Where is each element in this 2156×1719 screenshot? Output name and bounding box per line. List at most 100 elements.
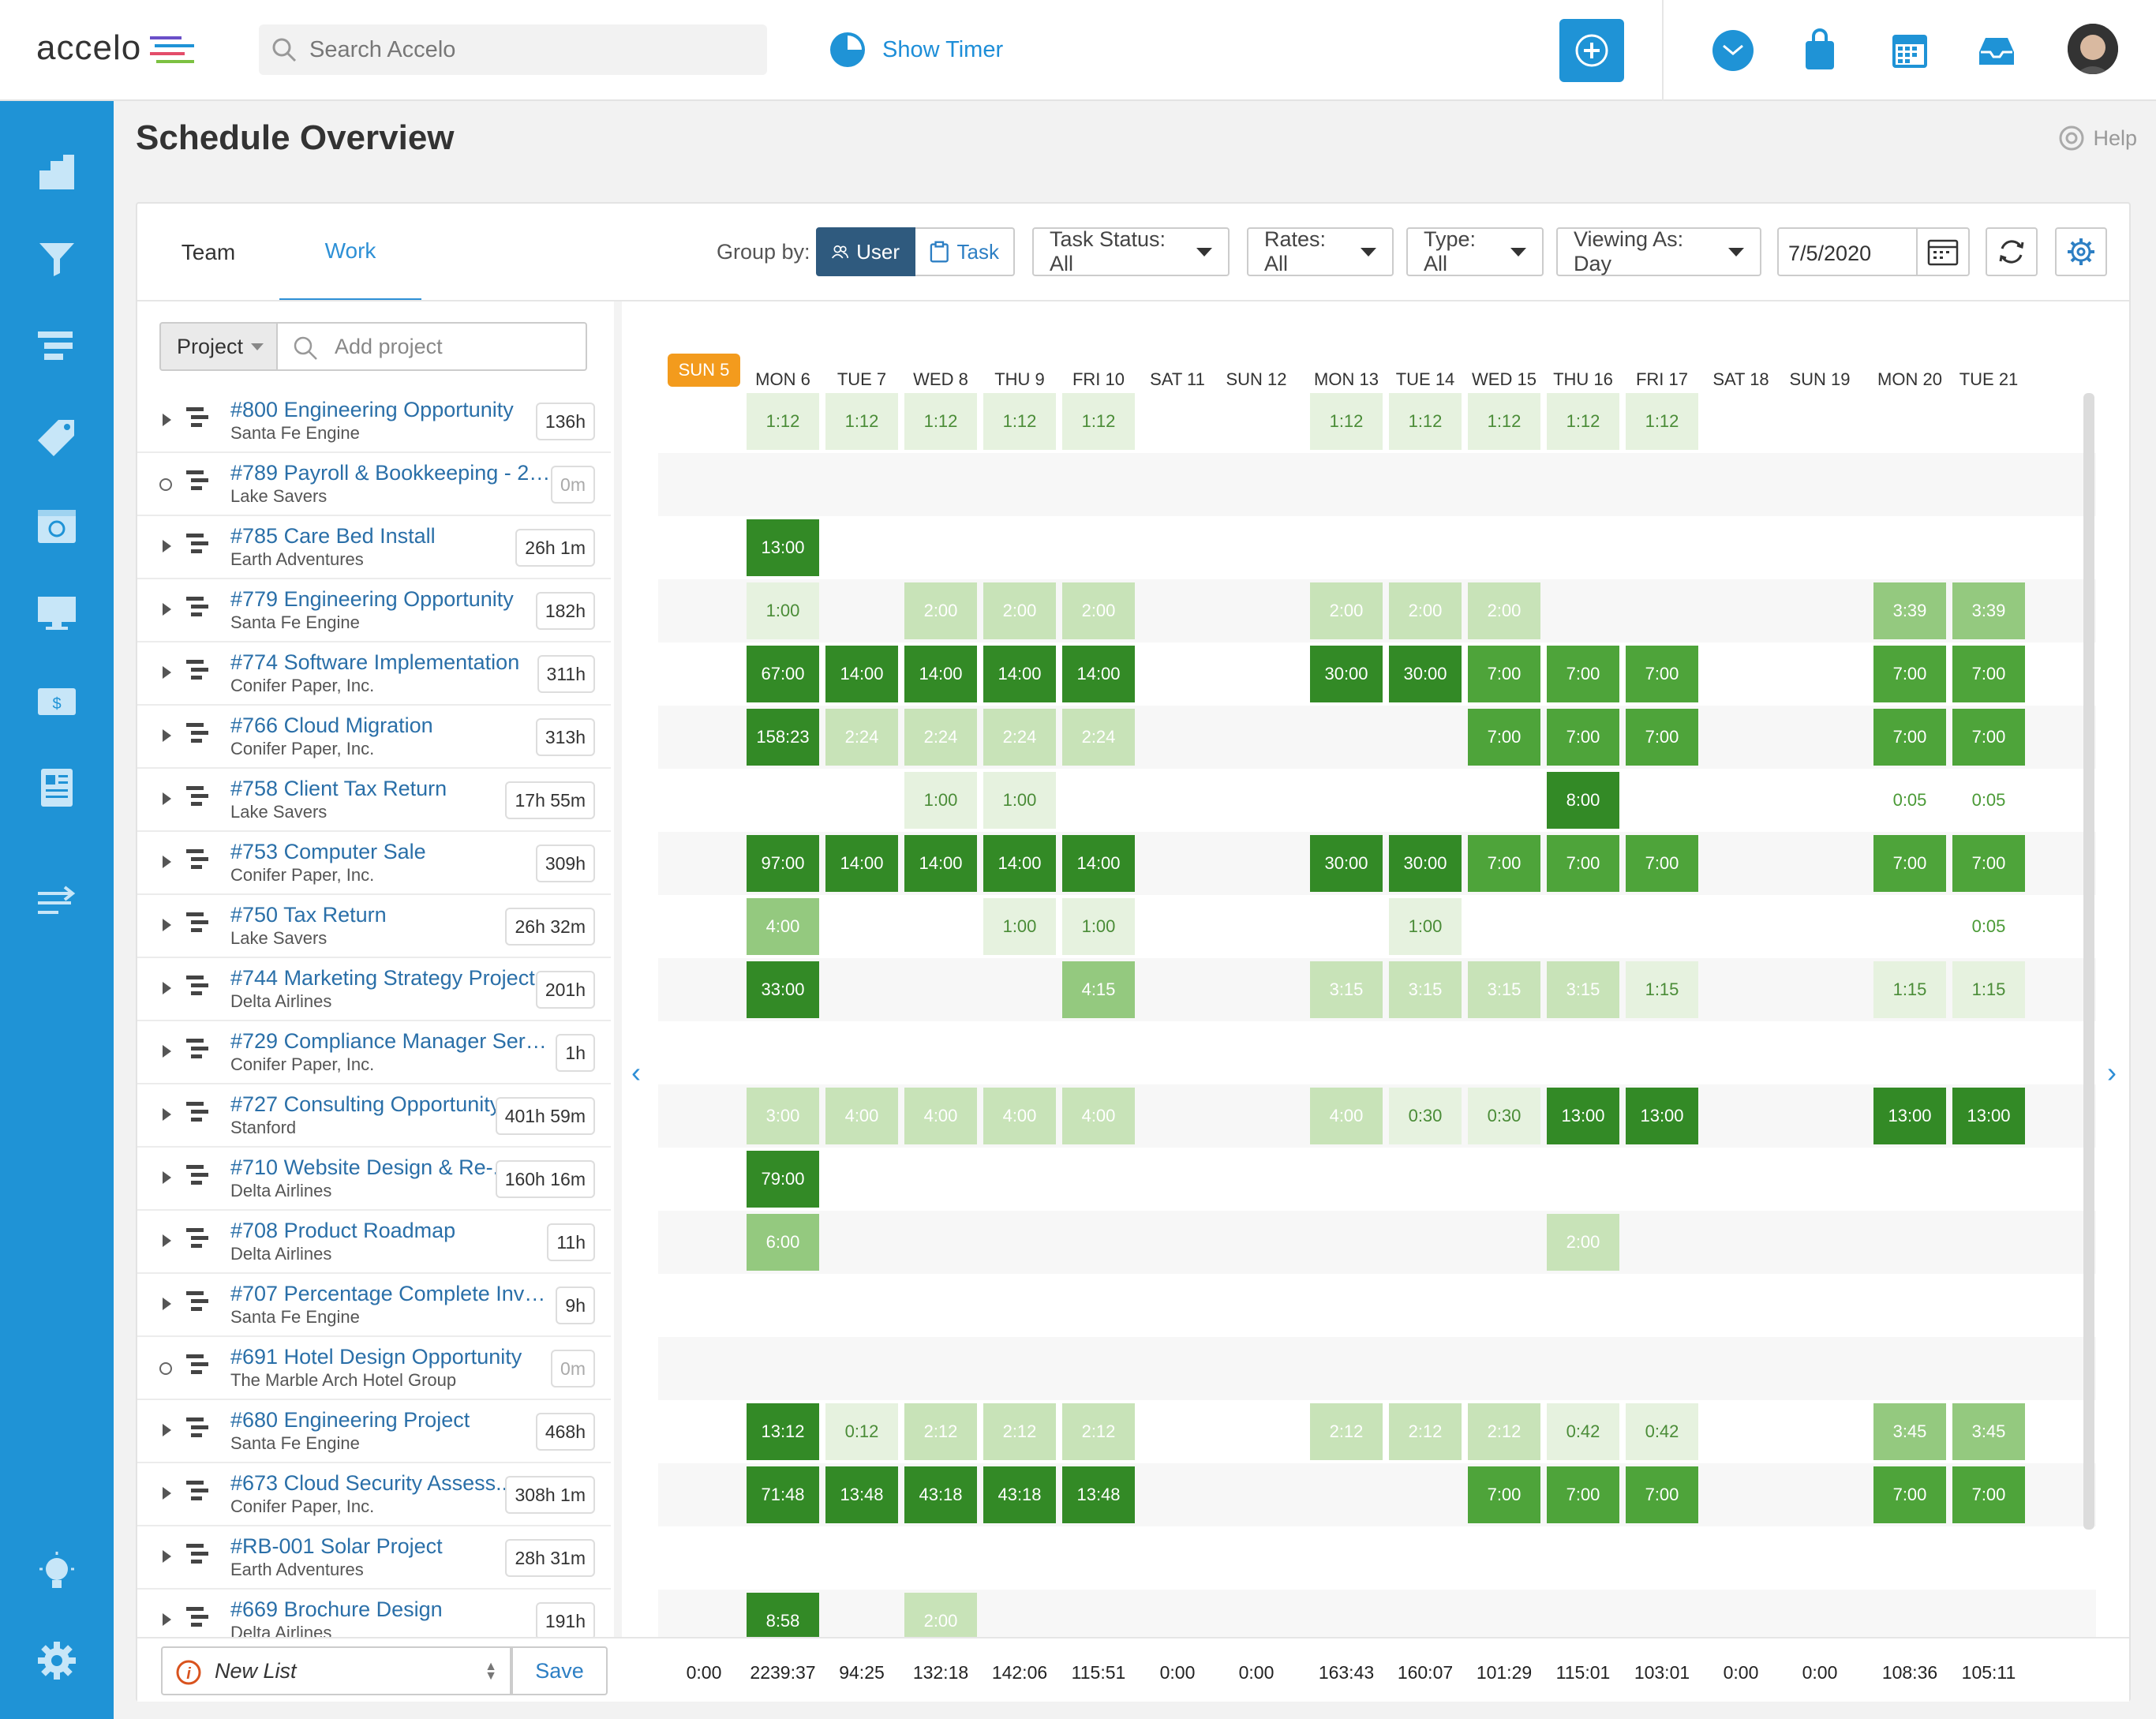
expand-arrow-icon[interactable] [163, 982, 171, 994]
schedule-cell[interactable]: 1:12 [1468, 393, 1540, 450]
schedule-cell[interactable]: 7:00 [1952, 646, 2025, 702]
integrations-icon[interactable] [35, 879, 79, 923]
project-name[interactable]: #744 Marketing Strategy Project [230, 966, 535, 991]
expand-arrow-icon[interactable] [163, 414, 171, 426]
schedule-cell[interactable]: 13:00 [1952, 1088, 2025, 1144]
schedule-cell[interactable]: 4:00 [983, 1088, 1056, 1144]
schedule-cell[interactable]: 4:15 [1062, 961, 1135, 1018]
schedule-cell[interactable]: 7:00 [1873, 1466, 1946, 1523]
schedule-cell[interactable]: 7:00 [1952, 835, 2025, 892]
schedule-cell[interactable]: 8:00 [1547, 772, 1619, 829]
schedule-cell[interactable]: 2:12 [983, 1403, 1056, 1460]
schedule-cell[interactable]: 7:00 [1468, 709, 1540, 766]
schedule-cell[interactable]: 13:00 [1626, 1088, 1698, 1144]
add-project-input[interactable]: Add project [278, 322, 587, 371]
empty-circle-icon[interactable] [159, 478, 172, 491]
schedule-cell[interactable]: 1:00 [904, 772, 977, 829]
schedule-cell[interactable]: 2:12 [904, 1403, 977, 1460]
retainers-icon[interactable] [35, 504, 79, 548]
expand-arrow-icon[interactable] [163, 1171, 171, 1184]
expand-arrow-icon[interactable] [163, 919, 171, 931]
expand-arrow-icon[interactable] [163, 603, 171, 616]
expand-arrow-icon[interactable] [163, 1550, 171, 1563]
schedule-cell[interactable]: 2:12 [1062, 1403, 1135, 1460]
schedule-cell[interactable]: 13:00 [1547, 1088, 1619, 1144]
expand-arrow-icon[interactable] [163, 1613, 171, 1626]
lightbulb-icon[interactable] [35, 1552, 79, 1596]
viewing-as-dropdown[interactable]: Viewing As: Day [1556, 227, 1761, 276]
show-timer-button[interactable]: Show Timer [829, 30, 1003, 69]
project-row[interactable]: #774 Software Implementation Conifer Pape… [137, 642, 611, 706]
schedule-cell[interactable]: 1:12 [983, 393, 1056, 450]
project-row[interactable]: #727 Consulting Opportunity Stanford 401h … [137, 1084, 611, 1148]
schedule-cell[interactable]: 3:15 [1547, 961, 1619, 1018]
schedule-cell[interactable]: 7:00 [1873, 646, 1946, 702]
project-name[interactable]: #766 Cloud Migration [230, 713, 433, 738]
expand-arrow-icon[interactable] [163, 1487, 171, 1500]
project-row[interactable]: #779 Engineering Opportunity Santa Fe Eng… [137, 579, 611, 642]
schedule-cell[interactable]: 2:00 [1468, 582, 1540, 639]
project-row[interactable]: #708 Product Roadmap Delta Airlines 11h [137, 1211, 611, 1274]
save-button[interactable]: Save [511, 1646, 608, 1695]
schedule-cell[interactable]: 7:00 [1547, 1466, 1619, 1523]
tab-team[interactable]: Team [137, 204, 279, 301]
schedule-cell[interactable]: 2:12 [1468, 1403, 1540, 1460]
schedule-cell[interactable]: 6:00 [747, 1214, 819, 1271]
project-name[interactable]: #729 Compliance Manager Service [230, 1029, 556, 1054]
schedule-cell[interactable]: 2:00 [904, 582, 977, 639]
schedule-cell[interactable]: 3:39 [1952, 582, 2025, 639]
schedule-cell[interactable]: 1:15 [1626, 961, 1698, 1018]
schedule-cell[interactable]: 97:00 [747, 835, 819, 892]
schedule-cell[interactable]: 14:00 [983, 646, 1056, 702]
project-row[interactable]: #729 Compliance Manager Service Conifer P… [137, 1021, 611, 1084]
schedule-cell[interactable]: 1:12 [1062, 393, 1135, 450]
mail-icon[interactable] [1711, 28, 1755, 73]
next-period-arrow[interactable]: › [2107, 1056, 2117, 1089]
project-name[interactable]: #779 Engineering Opportunity [230, 587, 514, 612]
schedule-cell[interactable]: 14:00 [825, 835, 898, 892]
schedule-cell[interactable]: 2:00 [983, 582, 1056, 639]
project-name[interactable]: #758 Client Tax Return [230, 777, 447, 801]
schedule-cell[interactable]: 1:12 [1389, 393, 1462, 450]
schedule-cell[interactable]: 3:15 [1389, 961, 1462, 1018]
schedule-cell[interactable]: 2:12 [1310, 1403, 1383, 1460]
schedule-cell[interactable]: 2:00 [904, 1593, 977, 1643]
schedule-cell[interactable]: 1:15 [1952, 961, 2025, 1018]
schedule-cell[interactable]: 13:12 [747, 1403, 819, 1460]
schedule-cell[interactable]: 7:00 [1468, 1466, 1540, 1523]
schedule-cell[interactable]: 7:00 [1626, 1466, 1698, 1523]
companies-icon[interactable] [35, 150, 79, 194]
schedule-cell[interactable]: 4:00 [1310, 1088, 1383, 1144]
project-row[interactable]: #744 Marketing Strategy Project Delta Air… [137, 958, 611, 1021]
type-dropdown[interactable]: Type: All [1406, 227, 1544, 276]
previous-period-arrow[interactable]: ‹ [631, 1056, 641, 1089]
expand-arrow-icon[interactable] [163, 540, 171, 552]
schedule-cell[interactable]: 0:05 [1952, 898, 2025, 955]
project-row[interactable]: #800 Engineering Opportunity Santa Fe Eng… [137, 390, 611, 453]
calendar-icon[interactable] [1888, 28, 1932, 73]
expand-arrow-icon[interactable] [163, 856, 171, 868]
schedule-cell[interactable]: 1:00 [983, 772, 1056, 829]
project-name[interactable]: #RB-001 Solar Project [230, 1534, 443, 1559]
schedule-cell[interactable]: 14:00 [904, 646, 977, 702]
user-avatar[interactable] [2068, 24, 2118, 74]
schedule-cell[interactable]: 1:12 [1310, 393, 1383, 450]
project-row[interactable]: #673 Cloud Security Assess... Conifer Pap… [137, 1463, 611, 1526]
schedule-cell[interactable]: 2:24 [983, 709, 1056, 766]
expand-arrow-icon[interactable] [163, 1234, 171, 1247]
projects-icon[interactable] [35, 325, 79, 369]
schedule-cell[interactable]: 1:00 [747, 582, 819, 639]
project-row[interactable]: #766 Cloud Migration Conifer Paper, Inc. 3… [137, 706, 611, 769]
schedule-cell[interactable]: 13:00 [1873, 1088, 1946, 1144]
schedule-cell[interactable]: 3:45 [1873, 1403, 1946, 1460]
schedule-cell[interactable]: 1:00 [983, 898, 1056, 955]
schedule-cell[interactable]: 4:00 [825, 1088, 898, 1144]
schedule-cell[interactable]: 0:05 [1873, 772, 1946, 829]
schedule-cell[interactable]: 7:00 [1626, 646, 1698, 702]
schedule-cell[interactable]: 0:05 [1952, 772, 2025, 829]
project-name[interactable]: #710 Website Design & Re-... [230, 1155, 511, 1180]
schedule-cell[interactable]: 3:15 [1310, 961, 1383, 1018]
schedule-cell[interactable]: 1:12 [1626, 393, 1698, 450]
new-list-select[interactable]: i New List ▲ ▼ [161, 1646, 511, 1695]
project-row[interactable]: #RB-001 Solar Project Earth Adventures 28h… [137, 1526, 611, 1590]
